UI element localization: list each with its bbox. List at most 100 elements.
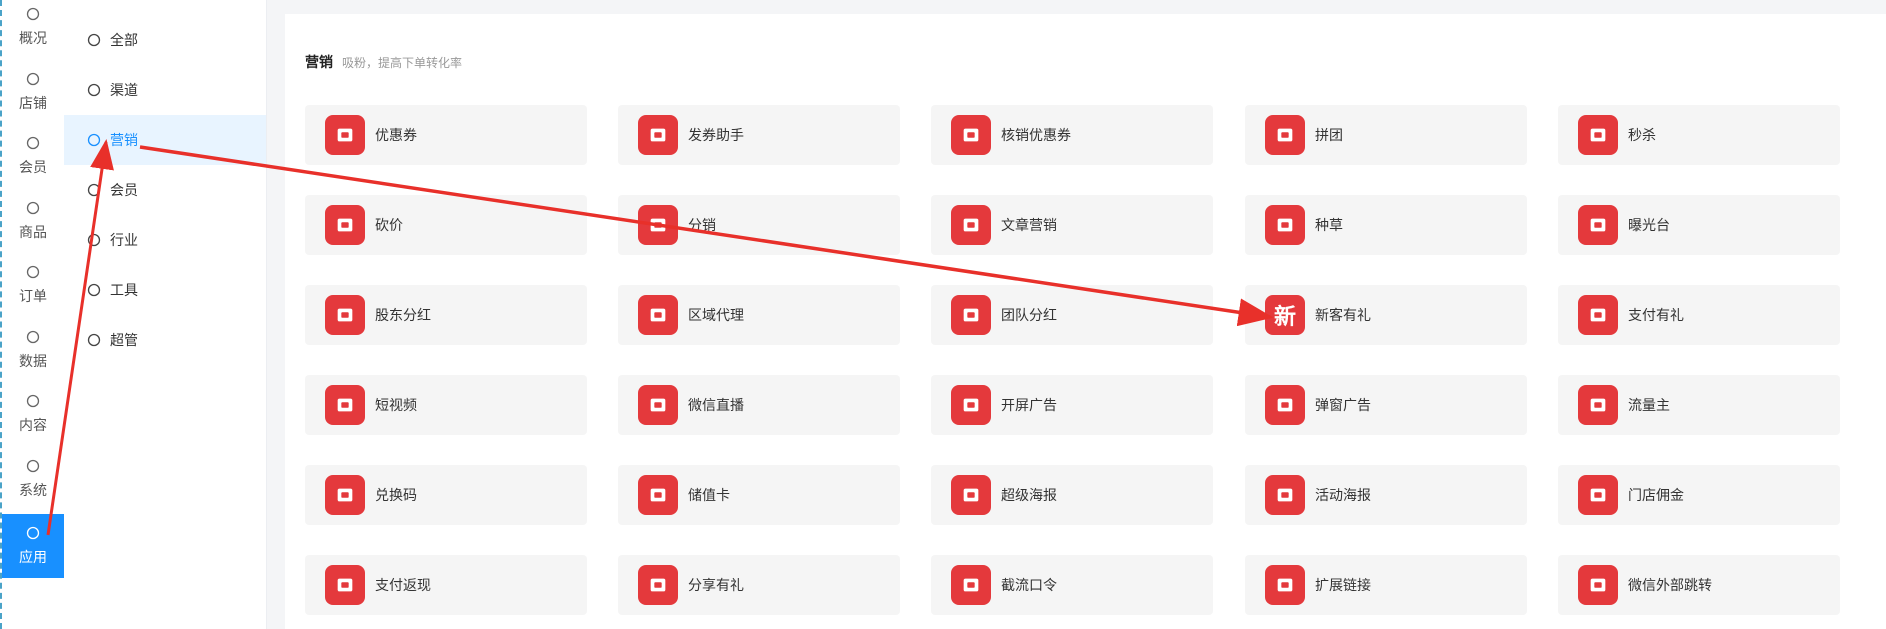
app-card[interactable]: 超级海报 — [931, 465, 1213, 525]
new-customer-icon: 新 — [1265, 295, 1305, 335]
pie-icon — [25, 329, 41, 345]
rail-item-8[interactable]: 应用 — [2, 514, 64, 578]
app-card[interactable]: 分享有礼 — [618, 555, 900, 615]
group-buy-icon — [1265, 115, 1305, 155]
app-card-label: 优惠券 — [375, 128, 417, 144]
submenu-item-0[interactable]: 全部 — [64, 15, 266, 65]
distribution-icon — [638, 205, 678, 245]
section-subtitle: 吸粉，提高下单转化率 — [342, 56, 463, 70]
app-card-label: 分销 — [688, 218, 716, 234]
rail-item-0[interactable]: 概况 — [2, 6, 64, 66]
app-card[interactable]: 弹窗广告 — [1245, 375, 1527, 435]
rail-item-3[interactable]: 商品 — [2, 200, 64, 260]
app-card[interactable]: 种草 — [1245, 195, 1527, 255]
poster-icon — [951, 475, 991, 515]
submenu-item-label: 超管 — [110, 333, 138, 349]
new-glyph: 新 — [1273, 305, 1296, 330]
app-card[interactable]: 秒杀 — [1558, 105, 1840, 165]
extend-link-icon — [1265, 565, 1305, 605]
video-icon — [325, 385, 365, 425]
app-card-label: 短视频 — [375, 398, 417, 414]
submenu-item-label: 行业 — [110, 233, 138, 249]
app-card-label: 砍价 — [375, 218, 403, 234]
app-card[interactable]: 储值卡 — [618, 465, 900, 525]
app-card[interactable]: 微信外部跳转 — [1558, 555, 1840, 615]
app-card[interactable]: 区域代理 — [618, 285, 900, 345]
rail-item-1[interactable]: 店铺 — [2, 71, 64, 131]
app-card[interactable]: 支付有礼 — [1558, 285, 1840, 345]
app-card-label: 流量主 — [1628, 398, 1670, 414]
app-card[interactable]: 股东分红 — [305, 285, 587, 345]
article-icon — [951, 205, 991, 245]
exposure-icon — [1578, 205, 1618, 245]
submenu-item-1[interactable]: 渠道 — [64, 65, 266, 115]
app-card[interactable]: 扩展链接 — [1245, 555, 1527, 615]
admin-icon — [86, 332, 102, 348]
rail-item-label: 应用 — [19, 550, 47, 566]
app-card[interactable]: 门店佣金 — [1558, 465, 1840, 525]
gauge-icon — [25, 6, 41, 22]
app-card-label: 曝光台 — [1628, 218, 1670, 234]
rail-item-5[interactable]: 数据 — [2, 329, 64, 389]
app-card[interactable]: 活动海报 — [1245, 465, 1527, 525]
app-card-label: 股东分红 — [375, 308, 431, 324]
event-poster-icon — [1265, 475, 1305, 515]
pay-gift-icon — [1578, 295, 1618, 335]
app-card[interactable]: 发券助手 — [618, 105, 900, 165]
app-card[interactable]: 兑换码 — [305, 465, 587, 525]
popup-ad-icon — [1265, 385, 1305, 425]
submenu-item-label: 渠道 — [110, 83, 138, 99]
splash-ad-icon — [951, 385, 991, 425]
app-card[interactable]: 短视频 — [305, 375, 587, 435]
app-card[interactable]: 开屏广告 — [931, 375, 1213, 435]
app-card[interactable]: 砍价 — [305, 195, 587, 255]
app-card-label: 团队分红 — [1001, 308, 1057, 324]
app-card[interactable]: 核销优惠券 — [931, 105, 1213, 165]
coupon-icon — [325, 115, 365, 155]
user-icon — [86, 182, 102, 198]
app-card-label: 超级海报 — [1001, 488, 1057, 504]
submenu-item-label: 会员 — [110, 183, 138, 199]
wechat-jump-icon — [1578, 565, 1618, 605]
app-card[interactable]: 优惠券 — [305, 105, 587, 165]
verify-coupon-icon — [951, 115, 991, 155]
app-card[interactable]: 团队分红 — [931, 285, 1213, 345]
app-card[interactable]: 分销 — [618, 195, 900, 255]
submenu-item-5[interactable]: 工具 — [64, 265, 266, 315]
app-card[interactable]: 支付返现 — [305, 555, 587, 615]
rail-item-4[interactable]: 订单 — [2, 264, 64, 324]
app-card[interactable]: 文章营销 — [931, 195, 1213, 255]
submenu-item-4[interactable]: 行业 — [64, 215, 266, 265]
submenu-item-6[interactable]: 超管 — [64, 315, 266, 365]
app-card-label: 拼团 — [1315, 128, 1343, 144]
app-card[interactable]: 新 新客有礼 — [1245, 285, 1527, 345]
rail-item-label: 概况 — [19, 31, 47, 47]
app-card-label: 活动海报 — [1315, 488, 1371, 504]
rail-item-7[interactable]: 系统 — [2, 458, 64, 518]
app-card-label: 支付有礼 — [1628, 308, 1684, 324]
app-card-label: 区域代理 — [688, 308, 744, 324]
app-card[interactable]: 拼团 — [1245, 105, 1527, 165]
trend-icon — [86, 132, 102, 148]
app-card-label: 秒杀 — [1628, 128, 1656, 144]
rail-item-6[interactable]: 内容 — [2, 393, 64, 453]
store-icon — [25, 71, 41, 87]
store-commission-icon — [1578, 475, 1618, 515]
app-card[interactable]: 流量主 — [1558, 375, 1840, 435]
seed-icon — [1265, 205, 1305, 245]
cube-icon — [86, 32, 102, 48]
app-card-label: 截流口令 — [1001, 578, 1057, 594]
section-title: 营销 — [305, 55, 333, 71]
intercept-icon — [951, 565, 991, 605]
submenu-item-2[interactable]: 营销 — [64, 115, 266, 165]
stored-card-icon — [638, 475, 678, 515]
app-card-label: 开屏广告 — [1001, 398, 1057, 414]
app-card[interactable]: 曝光台 — [1558, 195, 1840, 255]
redeem-code-icon — [325, 475, 365, 515]
rail-item-2[interactable]: 会员 — [2, 135, 64, 195]
channel-icon — [86, 82, 102, 98]
app-card[interactable]: 截流口令 — [931, 555, 1213, 615]
app-card[interactable]: 微信直播 — [618, 375, 900, 435]
app-card-label: 分享有礼 — [688, 578, 744, 594]
submenu-item-3[interactable]: 会员 — [64, 165, 266, 215]
